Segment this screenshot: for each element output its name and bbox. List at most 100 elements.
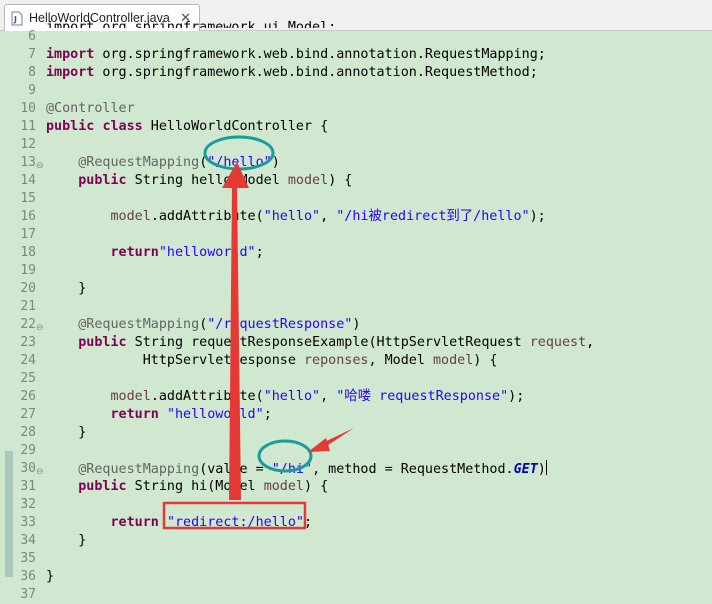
line-number: 30	[20, 461, 36, 476]
code-line[interactable]: 37	[0, 586, 712, 604]
code-line[interactable]: 16 model.addAttribute("hello", "/hi被redi…	[0, 208, 712, 226]
code-line[interactable]: 10 @Controller	[0, 100, 712, 118]
code-token: import	[46, 47, 95, 62]
code-text: import org.springframework.web.bind.anno…	[46, 64, 538, 82]
code-line[interactable]: 21	[0, 298, 712, 316]
code-text: import org.springframework.ui.Model;	[46, 20, 336, 46]
code-token: }	[46, 425, 87, 440]
code-token: model	[110, 209, 151, 224]
code-token: model	[263, 479, 304, 494]
line-number: 7	[28, 47, 36, 62]
line-number: 11	[20, 119, 36, 134]
code-token: .addAttribute(	[150, 389, 264, 404]
code-line[interactable]: 25	[0, 370, 712, 388]
line-number: 14	[20, 173, 36, 188]
line-number: 8	[28, 65, 36, 80]
svg-text:J: J	[13, 15, 17, 24]
code-token: )	[271, 155, 280, 170]
code-token: HelloWorldController {	[142, 119, 329, 134]
code-token: ,	[320, 389, 337, 404]
code-line[interactable]: 20 }	[0, 280, 712, 298]
code-line[interactable]: 22 ⊖ @RequestMapping("/requestResponse")	[0, 316, 712, 334]
code-line[interactable]: 7 import org.springframework.web.bind.ann…	[0, 46, 712, 64]
text-cursor	[545, 460, 547, 475]
code-line[interactable]: 12	[0, 136, 712, 154]
code-token: return	[110, 515, 159, 530]
code-token: );	[508, 389, 525, 404]
line-number: 16	[20, 209, 36, 224]
code-token: @RequestMapping	[78, 317, 200, 332]
line-number: 10	[20, 101, 36, 116]
line-number: 9	[28, 83, 36, 98]
code-line[interactable]: 11 public class HelloWorldController {	[0, 118, 712, 136]
code-line[interactable]: 17	[0, 226, 712, 244]
line-number: 15	[20, 191, 36, 206]
line-number: 18	[20, 245, 36, 260]
code-line[interactable]: 9	[0, 82, 712, 100]
code-token: .addAttribute(	[150, 209, 264, 224]
code-token: }	[46, 281, 87, 296]
code-line[interactable]: 35	[0, 550, 712, 568]
code-token: "/hi"	[271, 462, 313, 477]
code-token: ) {	[473, 353, 498, 368]
code-token: , Model	[368, 353, 433, 368]
code-line[interactable]: 29	[0, 442, 712, 460]
line-number: 19	[20, 263, 36, 278]
line-number: 29	[20, 443, 36, 458]
code-text: import org.springframework.web.bind.anno…	[46, 46, 546, 64]
code-line[interactable]: 33 return "redirect:/hello";	[0, 514, 712, 532]
code-editor[interactable]: 6 import org.springframework.ui.Model; 7 im…	[0, 20, 712, 602]
code-line[interactable]: 23 public String requestResponseExample(…	[0, 334, 712, 352]
code-line[interactable]: 18 return"helloworld";	[0, 244, 712, 262]
code-text: public class HelloWorldController {	[46, 118, 328, 136]
line-number: 34	[20, 533, 36, 548]
code-line[interactable]: 31 public String hi(Model model) {	[0, 478, 712, 496]
code-text: return "helloworld";	[46, 406, 272, 424]
code-line[interactable]: 24 HttpServletResponse reponses, Model m…	[0, 352, 712, 370]
code-text: public String requestResponseExample(Htt…	[46, 334, 594, 352]
code-line[interactable]: 27 return "helloworld";	[0, 406, 712, 424]
code-token: ;	[304, 515, 313, 530]
code-token: "helloworld"	[166, 407, 264, 422]
line-number: 24	[20, 353, 36, 368]
code-line[interactable]: 8 import org.springframework.web.bind.ann…	[0, 64, 712, 82]
code-token: @RequestMapping	[78, 155, 200, 170]
java-file-icon: J	[11, 11, 23, 25]
code-line[interactable]: 13 ⊖ @RequestMapping("/hello")	[0, 154, 712, 172]
code-token: org.springframework.web.bind.annotation.…	[94, 65, 538, 80]
code-token: }	[46, 533, 87, 548]
code-text: }	[46, 568, 54, 586]
code-line[interactable]: 28 }	[0, 424, 712, 442]
line-number: 22	[20, 317, 36, 332]
code-token: return	[110, 407, 159, 422]
code-line[interactable]: 26 model.addAttribute("hello", "哈喽 reque…	[0, 388, 712, 406]
code-line[interactable]: 6 import org.springframework.ui.Model;	[0, 20, 712, 46]
code-token: public	[78, 479, 127, 494]
line-number: 27	[20, 407, 36, 422]
code-token: , method = RequestMethod.	[312, 462, 514, 477]
line-number: 13	[20, 155, 36, 170]
code-token: "hello"	[263, 209, 321, 224]
code-token: "/requestResponse"	[207, 317, 353, 332]
code-text: model.addAttribute("hello", "/hi被redirec…	[46, 208, 546, 226]
code-text: public String hello(Model model) {	[46, 172, 352, 190]
code-line[interactable]: 19	[0, 262, 712, 280]
code-text: public String hi(Model model) {	[46, 478, 328, 496]
code-line[interactable]: 30 ⊖ @RequestMapping(value = "/hi", metho…	[0, 460, 712, 478]
code-line[interactable]: 14 public String hello(Model model) {	[0, 172, 712, 190]
code-line[interactable]: 36}	[0, 568, 712, 586]
code-text: HttpServletResponse reponses, Model mode…	[46, 352, 498, 370]
code-line[interactable]: 15	[0, 190, 712, 208]
code-line[interactable]: 32	[0, 496, 712, 514]
code-token: import	[46, 65, 95, 80]
code-line[interactable]: 34 }	[0, 532, 712, 550]
